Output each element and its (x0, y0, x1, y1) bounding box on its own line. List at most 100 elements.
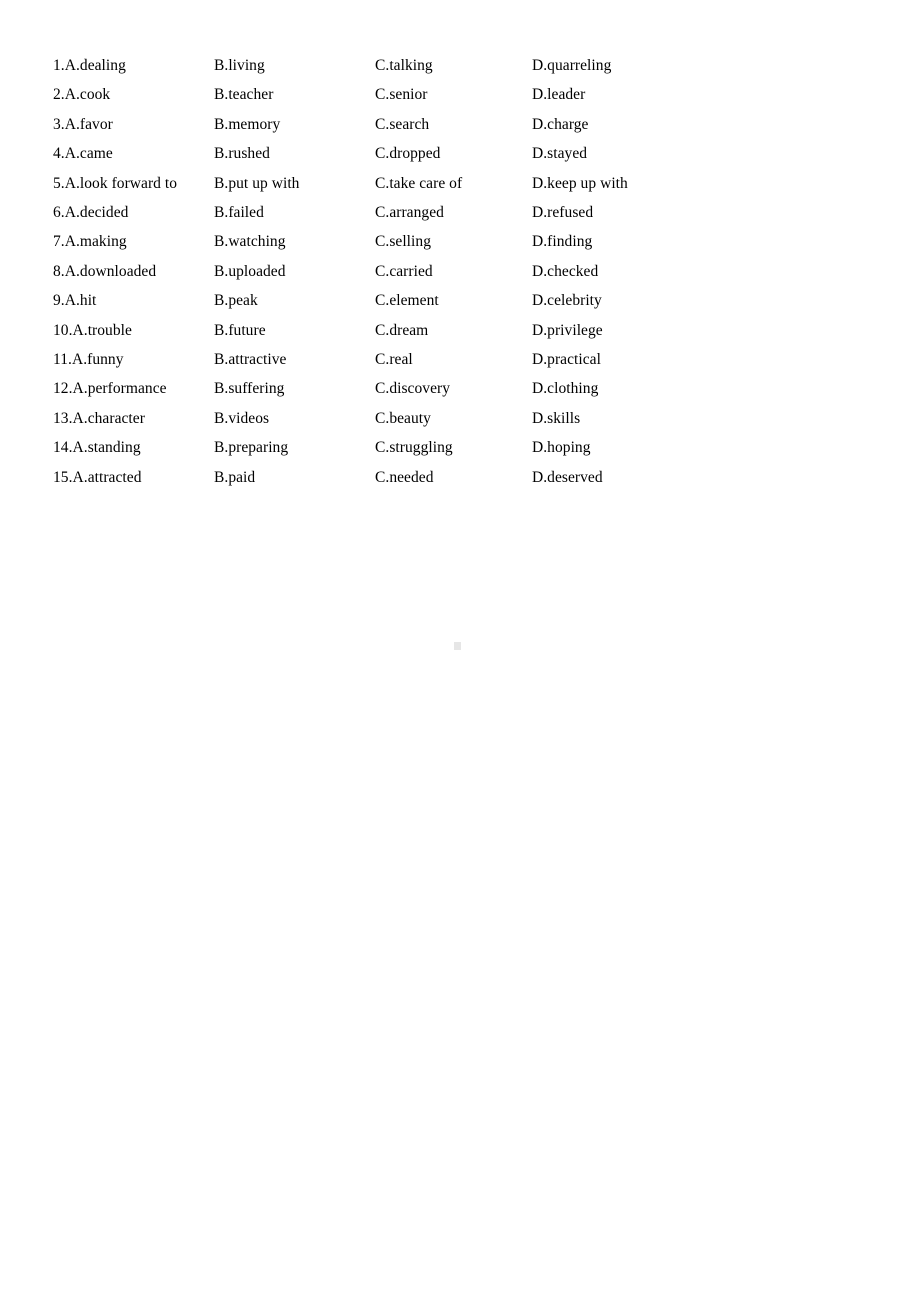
option-cell-b[interactable]: B.rushed (214, 139, 375, 168)
option-cell-d[interactable]: D.deserved (532, 463, 693, 492)
option-label: B.paid (214, 468, 256, 486)
option-cell-a[interactable]: 8.A.downloaded (53, 257, 214, 286)
option-label: C.carried (375, 262, 433, 280)
option-cell-b[interactable]: B.put up with (214, 169, 375, 198)
option-cell-a[interactable]: 11.A.funny (53, 345, 214, 374)
option-label: B.failed (214, 204, 264, 222)
option-row: 10.A.trouble B.future C.dream D.privilege (53, 316, 693, 345)
option-label: B.future (214, 321, 266, 339)
option-cell-a[interactable]: 4.A.came (53, 139, 214, 168)
option-cell-c[interactable]: C.take care of (375, 169, 532, 198)
option-label: D.deserved (532, 468, 603, 486)
option-row: 7.A.making B.watching C.selling D.finding (53, 227, 693, 256)
option-row: 1.A.dealing B.living C.talking D.quarreling (53, 51, 693, 80)
option-cell-d[interactable]: D.charge (532, 110, 693, 139)
option-cell-c[interactable]: C.struggling (375, 433, 532, 462)
option-cell-c[interactable]: C.talking (375, 51, 532, 80)
option-cell-c[interactable]: C.discovery (375, 374, 532, 403)
option-row: 12.A.performance B.suffering C.discovery D.… (53, 374, 693, 403)
option-cell-c[interactable]: C.carried (375, 257, 532, 286)
option-cell-c[interactable]: C.real (375, 345, 532, 374)
option-cell-b[interactable]: B.failed (214, 198, 375, 227)
option-cell-a[interactable]: 15.A.attracted (53, 463, 214, 492)
option-cell-a[interactable]: 9.A.hit (53, 286, 214, 315)
option-label: B.attractive (214, 351, 287, 369)
option-cell-d[interactable]: D.skills (532, 404, 693, 433)
option-label: 3.A.favor (53, 115, 113, 133)
option-label: 11.A.funny (53, 351, 124, 369)
option-cell-a[interactable]: 5.A.look forward to (53, 169, 214, 198)
option-cell-a[interactable]: 2.A.cook (53, 80, 214, 109)
option-row: 11.A.funny B.attractive C.real D.practical (53, 345, 693, 374)
option-label: C.discovery (375, 380, 451, 398)
option-row: 8.A.downloaded B.uploaded C.carried D.check… (53, 257, 693, 286)
option-row: 5.A.look forward to B.put up with C.take c… (53, 169, 693, 198)
option-cell-b[interactable]: B.paid (214, 463, 375, 492)
option-cell-a[interactable]: 6.A.decided (53, 198, 214, 227)
option-label: D.stayed (532, 145, 588, 163)
option-label: D.skills (532, 409, 581, 427)
option-label: B.suffering (214, 380, 285, 398)
option-label: C.search (375, 115, 430, 133)
option-cell-c[interactable]: C.element (375, 286, 532, 315)
option-cell-a[interactable]: 13.A.character (53, 404, 214, 433)
option-cell-b[interactable]: B.suffering (214, 374, 375, 403)
option-cell-b[interactable]: B.living (214, 51, 375, 80)
option-cell-d[interactable]: D.finding (532, 227, 693, 256)
option-cell-b[interactable]: B.teacher (214, 80, 375, 109)
option-label: D.refused (532, 204, 594, 222)
option-cell-b[interactable]: B.memory (214, 110, 375, 139)
option-label: C.element (375, 292, 439, 310)
option-cell-b[interactable]: B.videos (214, 404, 375, 433)
option-label: B.memory (214, 115, 281, 133)
option-label: C.talking (375, 57, 433, 74)
option-label: B.videos (214, 409, 270, 427)
option-cell-c[interactable]: C.dropped (375, 139, 532, 168)
option-cell-a[interactable]: 14.A.standing (53, 433, 214, 462)
option-cell-d[interactable]: D.clothing (532, 374, 693, 403)
option-cell-a[interactable]: 1.A.dealing (53, 51, 214, 80)
option-cell-a[interactable]: 10.A.trouble (53, 316, 214, 345)
option-cell-a[interactable]: 7.A.making (53, 227, 214, 256)
option-label: D.hoping (532, 439, 591, 457)
option-label: C.needed (375, 468, 434, 486)
options-table: 1.A.dealing B.living C.talking D.quarreling… (53, 51, 693, 492)
option-cell-b[interactable]: B.peak (214, 286, 375, 315)
option-cell-d[interactable]: D.refused (532, 198, 693, 227)
option-cell-d[interactable]: D.privilege (532, 316, 693, 345)
option-label: 12.A.performance (53, 380, 167, 398)
option-label: 8.A.downloaded (53, 262, 157, 280)
option-cell-d[interactable]: D.quarreling (532, 51, 693, 80)
option-cell-c[interactable]: C.senior (375, 80, 532, 109)
option-label: D.finding (532, 233, 593, 251)
option-cell-c[interactable]: C.selling (375, 227, 532, 256)
option-cell-b[interactable]: B.future (214, 316, 375, 345)
option-row: 15.A.attracted B.paid C.needed D.deserved (53, 463, 693, 492)
option-cell-a[interactable]: 3.A.favor (53, 110, 214, 139)
option-cell-c[interactable]: C.arranged (375, 198, 532, 227)
option-label: 4.A.came (53, 145, 113, 163)
option-row: 14.A.standing B.preparing C.struggling D.ho… (53, 433, 693, 462)
option-cell-d[interactable]: D.keep up with (532, 169, 693, 198)
option-label: C.real (375, 351, 413, 369)
option-cell-c[interactable]: C.search (375, 110, 532, 139)
option-cell-b[interactable]: B.preparing (214, 433, 375, 462)
option-cell-c[interactable]: C.needed (375, 463, 532, 492)
option-cell-d[interactable]: D.checked (532, 257, 693, 286)
option-cell-d[interactable]: D.practical (532, 345, 693, 374)
option-cell-c[interactable]: C.dream (375, 316, 532, 345)
option-cell-a[interactable]: 12.A.performance (53, 374, 214, 403)
option-cell-d[interactable]: D.hoping (532, 433, 693, 462)
option-label: D.checked (532, 262, 599, 280)
option-label: 14.A.standing (53, 439, 141, 457)
option-cell-b[interactable]: B.watching (214, 227, 375, 256)
option-cell-d[interactable]: D.stayed (532, 139, 693, 168)
option-cell-d[interactable]: D.celebrity (532, 286, 693, 315)
scan-artifact (454, 642, 461, 650)
option-label: C.struggling (375, 439, 453, 457)
option-cell-d[interactable]: D.leader (532, 80, 693, 109)
option-cell-c[interactable]: C.beauty (375, 404, 532, 433)
option-cell-b[interactable]: B.attractive (214, 345, 375, 374)
option-label: B.living (214, 57, 265, 74)
option-cell-b[interactable]: B.uploaded (214, 257, 375, 286)
